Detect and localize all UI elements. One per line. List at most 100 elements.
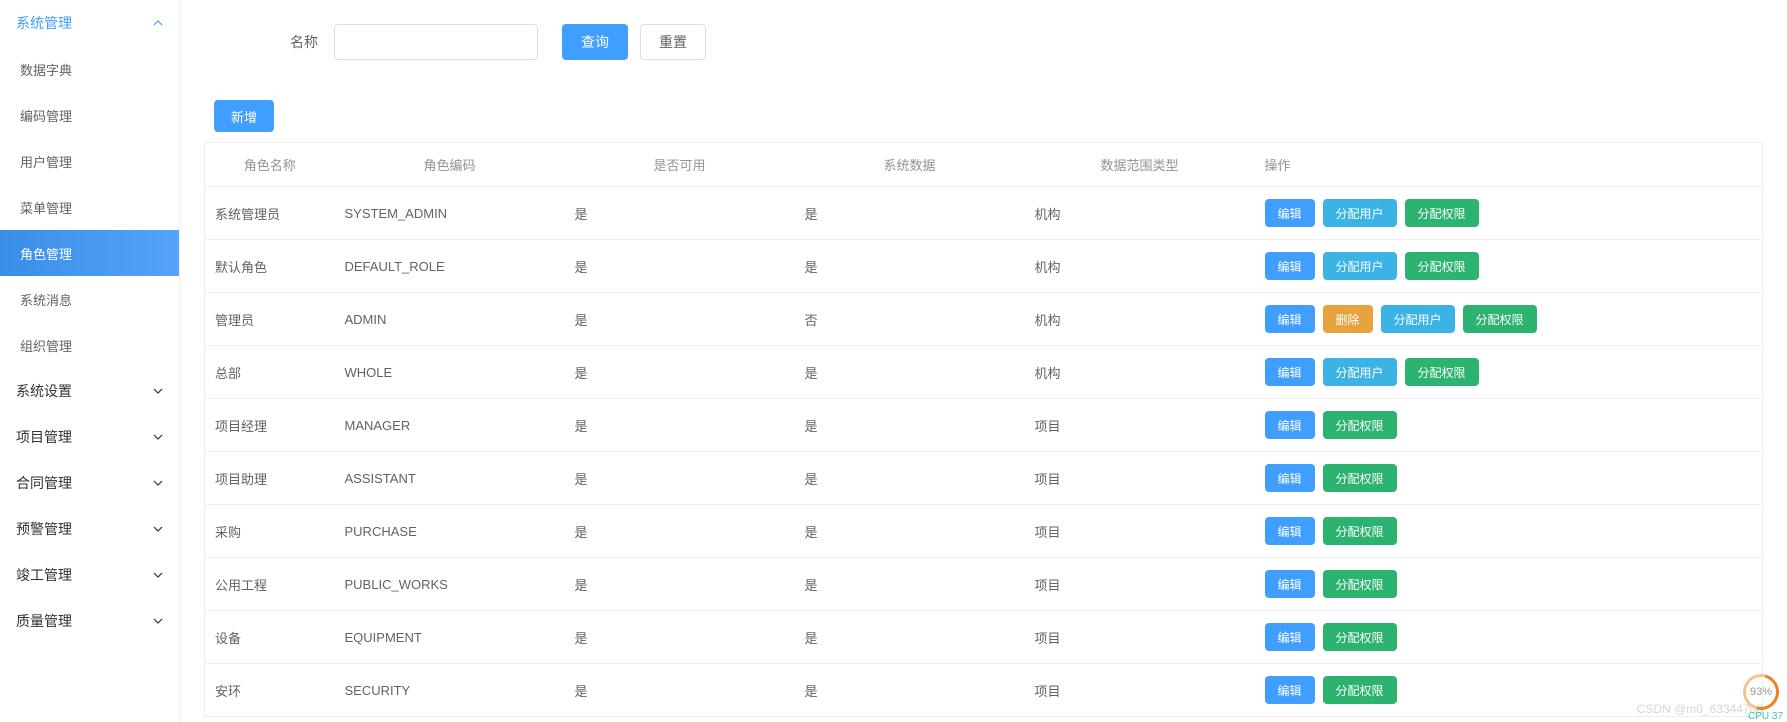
cell-enabled: 是 [565,664,795,717]
cell-sys: 是 [795,558,1025,611]
chevron-up-icon [153,18,163,28]
sidebar-item-0-4[interactable]: 角色管理 [0,230,179,276]
edit-button[interactable]: 编辑 [1265,464,1315,492]
cell-scope: 机构 [1025,187,1255,240]
assign_perm-button[interactable]: 分配权限 [1323,464,1397,492]
cell-actions: 编辑分配权限 [1255,611,1763,664]
assign_perm-button[interactable]: 分配权限 [1405,252,1479,280]
cell-name: 设备 [205,611,335,664]
edit-button[interactable]: 编辑 [1265,517,1315,545]
cell-sys: 是 [795,240,1025,293]
name-input[interactable] [334,24,538,60]
cell-actions: 编辑分配用户分配权限 [1255,240,1763,293]
assign_perm-button[interactable]: 分配权限 [1405,358,1479,386]
cell-name: 项目经理 [205,399,335,452]
assign_perm-button[interactable]: 分配权限 [1323,623,1397,651]
cell-enabled: 是 [565,505,795,558]
menu-group-label: 竣工管理 [16,565,72,585]
sidebar-item-0-5[interactable]: 系统消息 [0,276,179,322]
cell-enabled: 是 [565,558,795,611]
cell-sys: 是 [795,664,1025,717]
edit-button[interactable]: 编辑 [1265,623,1315,651]
menu-group-label: 质量管理 [16,611,72,631]
cell-scope: 机构 [1025,240,1255,293]
cell-name: 管理员 [205,293,335,346]
assign_perm-button[interactable]: 分配权限 [1323,676,1397,704]
edit-button[interactable]: 编辑 [1265,199,1315,227]
menu-group-label: 系统管理 [16,13,72,33]
cell-actions: 编辑分配用户分配权限 [1255,187,1763,240]
cell-sys: 是 [795,505,1025,558]
assign_user-button[interactable]: 分配用户 [1323,252,1397,280]
cell-code: SECURITY [335,664,565,717]
menu-group-6[interactable]: 质量管理 [0,598,179,644]
assign_perm-button[interactable]: 分配权限 [1463,305,1537,333]
col-header-5: 操作 [1255,143,1763,187]
menu-group-5[interactable]: 竣工管理 [0,552,179,598]
cell-code: WHOLE [335,346,565,399]
cell-actions: 编辑分配权限 [1255,664,1763,717]
edit-button[interactable]: 编辑 [1265,305,1315,333]
menu-group-4[interactable]: 预警管理 [0,506,179,552]
assign_perm-button[interactable]: 分配权限 [1323,570,1397,598]
assign_perm-button[interactable]: 分配权限 [1405,199,1479,227]
assign_user-button[interactable]: 分配用户 [1381,305,1455,333]
menu-group-1[interactable]: 系统设置 [0,368,179,414]
chevron-down-icon [153,478,163,488]
cell-scope: 项目 [1025,664,1255,717]
cell-scope: 项目 [1025,558,1255,611]
chevron-down-icon [153,570,163,580]
assign_user-button[interactable]: 分配用户 [1323,358,1397,386]
cell-enabled: 是 [565,346,795,399]
submenu: 数据字典编码管理用户管理菜单管理角色管理系统消息组织管理 [0,46,179,368]
assign_perm-button[interactable]: 分配权限 [1323,411,1397,439]
cpu-text: CPU 37 [1748,711,1783,722]
sidebar-item-0-2[interactable]: 用户管理 [0,138,179,184]
menu-group-0[interactable]: 系统管理 [0,0,179,46]
cell-name: 默认角色 [205,240,335,293]
menu-group-label: 项目管理 [16,427,72,447]
role-table: 角色名称角色编码是否可用系统数据数据范围类型操作 系统管理员SYSTEM_ADM… [204,142,1763,717]
cell-enabled: 是 [565,611,795,664]
cell-name: 采购 [205,505,335,558]
edit-button[interactable]: 编辑 [1265,570,1315,598]
sidebar-item-0-3[interactable]: 菜单管理 [0,184,179,230]
cell-actions: 编辑分配权限 [1255,452,1763,505]
cell-enabled: 是 [565,399,795,452]
cell-code: MANAGER [335,399,565,452]
cell-name: 系统管理员 [205,187,335,240]
search-bar: 名称 查询 重置 [204,0,1787,84]
sidebar-item-0-6[interactable]: 组织管理 [0,322,179,368]
col-header-2: 是否可用 [565,143,795,187]
table-row: 项目助理ASSISTANT是是项目编辑分配权限 [205,452,1763,505]
cell-code: DEFAULT_ROLE [335,240,565,293]
cell-scope: 项目 [1025,452,1255,505]
edit-button[interactable]: 编辑 [1265,411,1315,439]
edit-button[interactable]: 编辑 [1265,358,1315,386]
add-button[interactable]: 新增 [214,100,274,132]
edit-button[interactable]: 编辑 [1265,252,1315,280]
assign_perm-button[interactable]: 分配权限 [1323,517,1397,545]
query-button[interactable]: 查询 [562,24,628,60]
cell-name: 项目助理 [205,452,335,505]
cell-sys: 是 [795,611,1025,664]
edit-button[interactable]: 编辑 [1265,676,1315,704]
menu-group-3[interactable]: 合同管理 [0,460,179,506]
assign_user-button[interactable]: 分配用户 [1323,199,1397,227]
sidebar-item-0-0[interactable]: 数据字典 [0,46,179,92]
table-row: 总部WHOLE是是机构编辑分配用户分配权限 [205,346,1763,399]
menu-group-label: 系统设置 [16,381,72,401]
menu-group-2[interactable]: 项目管理 [0,414,179,460]
col-header-0: 角色名称 [205,143,335,187]
cell-code: PURCHASE [335,505,565,558]
delete-button[interactable]: 删除 [1323,305,1373,333]
cell-scope: 项目 [1025,611,1255,664]
cell-code: PUBLIC_WORKS [335,558,565,611]
sidebar-item-0-1[interactable]: 编码管理 [0,92,179,138]
cell-code: SYSTEM_ADMIN [335,187,565,240]
cell-actions: 编辑分配权限 [1255,399,1763,452]
table-row: 管理员ADMIN是否机构编辑删除分配用户分配权限 [205,293,1763,346]
cell-sys: 是 [795,346,1025,399]
cell-scope: 机构 [1025,346,1255,399]
reset-button[interactable]: 重置 [640,24,706,60]
